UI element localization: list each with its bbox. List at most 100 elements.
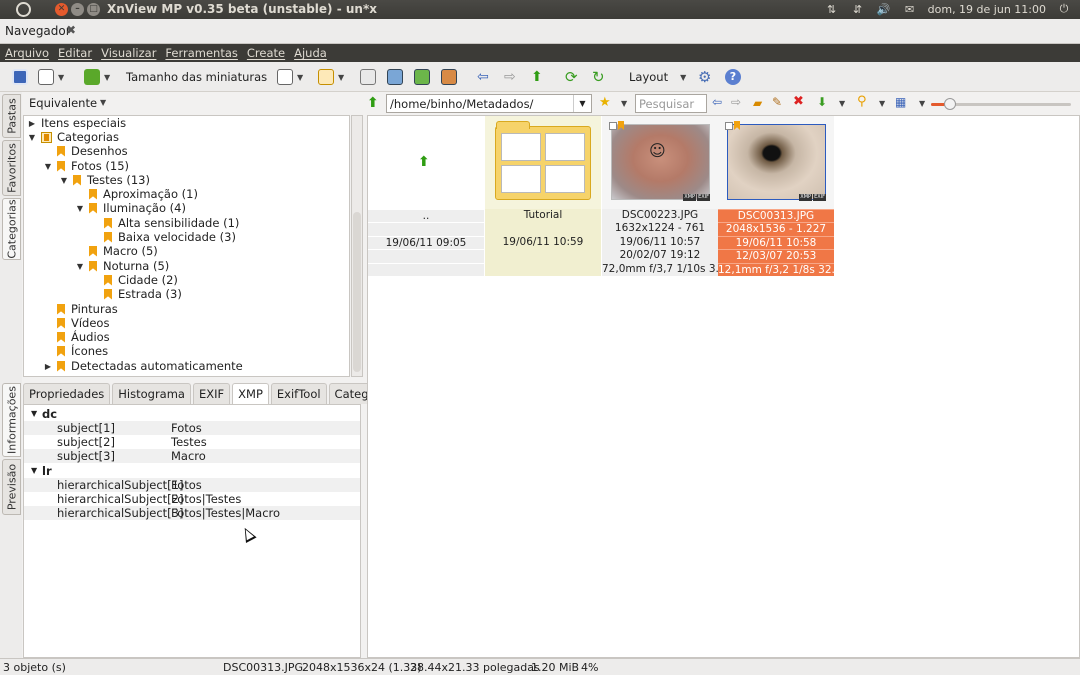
mail-icon[interactable]: ✉ <box>902 3 918 16</box>
expand-arrow-icon[interactable]: ▼ <box>31 409 37 418</box>
chevron-down-icon[interactable]: ▼ <box>919 99 925 108</box>
layout-dropdown[interactable]: Layout ▼ <box>629 68 686 86</box>
tree-node[interactable]: Desenhos <box>43 144 128 158</box>
tree-node[interactable]: ▼ Fotos (15) <box>43 159 129 173</box>
expand-arrow-icon[interactable]: ▼ <box>75 262 85 271</box>
volume-icon[interactable]: 🔊 <box>876 3 892 16</box>
menu-create[interactable]: Create <box>247 44 285 62</box>
expand-arrow-icon[interactable]: ▼ <box>43 162 53 171</box>
menu-ajuda[interactable]: Ajuda <box>294 44 327 62</box>
tag-checkbox[interactable] <box>725 122 733 130</box>
expand-arrow-icon[interactable]: ▶ <box>43 362 53 371</box>
rename-icon[interactable]: ✎ <box>772 95 782 109</box>
xmp-row[interactable]: subject[1] Fotos <box>24 421 360 435</box>
sort-button[interactable]: ▼ <box>277 68 303 86</box>
thumb-folder[interactable]: Tutorial 19/06/11 10:59 <box>485 116 601 276</box>
tree-node[interactable]: Macro (5) <box>75 244 158 258</box>
new-folder-icon[interactable]: ▰ <box>753 96 762 110</box>
scrollbar-thumb[interactable] <box>353 212 361 372</box>
menu-visualizar[interactable]: Visualizar <box>101 44 156 62</box>
tree-node[interactable]: ▼ Iluminação (4) <box>75 201 186 215</box>
slider-knob[interactable] <box>944 98 956 110</box>
expand-arrow-icon[interactable]: ▼ <box>27 133 37 142</box>
tree-node[interactable]: ▼ Testes (13) <box>59 173 150 187</box>
refresh-button[interactable]: ⟳ <box>565 68 578 86</box>
back-button[interactable]: ⇦ <box>477 68 489 86</box>
xmp-group-row[interactable]: ▼ dc <box>24 407 360 421</box>
tab-categorias[interactable]: Categorias <box>2 198 21 260</box>
tree-node[interactable]: Estrada (3) <box>90 287 182 301</box>
expand-arrow-icon[interactable]: ▼ <box>59 176 69 185</box>
tree-node[interactable]: Cidade (2) <box>90 273 178 287</box>
up-button[interactable]: ⬆ <box>531 68 543 86</box>
tab-propriedades[interactable]: Propriedades <box>23 383 111 404</box>
tree-node[interactable]: ▼ Noturna (5) <box>75 259 169 273</box>
window-minimize-button[interactable]: – <box>71 3 84 16</box>
settings-button[interactable]: ⚙ <box>698 68 711 86</box>
expand-arrow-icon[interactable]: ▼ <box>31 466 37 475</box>
slideshow-button[interactable] <box>387 68 403 86</box>
window-maximize-button[interactable]: □ <box>87 3 100 16</box>
tree-node[interactable]: Vídeos <box>43 316 109 330</box>
arrow-up-icon[interactable]: ⬆ <box>367 95 379 111</box>
menu-editar[interactable]: Editar <box>58 44 92 62</box>
xmp-row[interactable]: hierarchicalSubject[1] Fotos <box>24 478 360 492</box>
tab-xmp[interactable]: XMP <box>232 383 269 404</box>
chevron-down-icon[interactable]: ▼ <box>573 95 591 112</box>
xmp-row[interactable]: subject[3] Macro <box>24 449 360 463</box>
category-button[interactable]: ▼ <box>318 68 344 86</box>
thumb-size-slider[interactable] <box>931 98 1071 110</box>
menu-ferramentas[interactable]: Ferramentas <box>165 44 237 62</box>
tab-informacoes[interactable]: Informações <box>2 383 21 457</box>
thumb-size-dropdown[interactable]: Tamanho das miniaturas▼ <box>126 68 285 86</box>
funnel-icon[interactable]: ⚲ <box>857 94 867 109</box>
transfer-icon[interactable]: ⇵ <box>850 3 866 16</box>
thumb-image-selected[interactable]: XMP EXIF DSC00313.JPG 2048x1536 - 1.227 1… <box>718 116 834 276</box>
forward-button[interactable]: ⇨ <box>504 68 516 86</box>
convert-button[interactable] <box>414 68 430 86</box>
fullscreen-button[interactable] <box>12 68 28 86</box>
delete-icon[interactable]: ✖ <box>793 94 804 109</box>
thumb-image[interactable]: ☺ XMP EXIF DSC00223.JPG 1632x1224 - 761 1… <box>602 116 718 276</box>
arrow-left-icon[interactable]: ⇦ <box>712 95 722 109</box>
tree-scrollbar[interactable] <box>351 115 363 377</box>
help-button[interactable]: ? <box>725 68 741 86</box>
tab-histograma[interactable]: Histograma <box>112 383 191 404</box>
category-filter-dropdown[interactable]: Equivalente ▼ <box>23 93 363 113</box>
expand-arrow-icon[interactable]: ▼ <box>75 204 85 213</box>
tree-node[interactable]: Ícones <box>43 344 108 358</box>
arrow-right-icon[interactable]: ⇨ <box>731 95 741 109</box>
tab-previsao[interactable]: Previsão <box>2 459 21 515</box>
tree-node[interactable]: Alta sensibilidade (1) <box>90 216 239 230</box>
grid-icon[interactable]: ▦ <box>895 95 906 109</box>
star-icon[interactable]: ★ <box>599 95 611 110</box>
clock[interactable]: dom, 19 de jun 11:00 <box>928 3 1046 16</box>
tree-node[interactable]: ▶ Itens especiais <box>27 116 126 130</box>
chevron-down-icon[interactable]: ▼ <box>621 99 627 108</box>
tree-button[interactable] <box>360 68 376 86</box>
tag-checkbox[interactable] <box>609 122 617 130</box>
tree-node[interactable]: Pinturas <box>43 302 118 316</box>
batch-button[interactable] <box>441 68 457 86</box>
tab-exiftool[interactable]: ExifTool <box>270 383 327 404</box>
xmp-row[interactable]: hierarchicalSubject[2] Fotos|Testes <box>24 492 360 506</box>
chevron-down-icon[interactable]: ▼ <box>879 99 885 108</box>
tree-node[interactable]: Áudios <box>43 330 110 344</box>
tab-close-icon[interactable]: ✖ <box>66 23 76 37</box>
tab-pastas[interactable]: Pastas <box>2 94 21 138</box>
xmp-group-row[interactable]: ▼ lr <box>24 464 360 478</box>
thumb-parent[interactable]: ⬆ .. 19/06/11 09:05 <box>368 116 484 276</box>
tree-node[interactable]: ▶ Detectadas automaticamente <box>43 359 243 373</box>
tab-favoritos[interactable]: Favoritos <box>2 140 21 196</box>
menu-arquivo[interactable]: Arquivo <box>5 44 49 62</box>
window-close-button[interactable]: ✕ <box>55 3 68 16</box>
power-icon[interactable]: ⏻ <box>1056 2 1072 16</box>
view-mode-button[interactable]: ▼ <box>38 68 64 86</box>
xmp-row[interactable]: subject[2] Testes <box>24 435 360 449</box>
search-input[interactable]: Pesquisar <box>635 94 707 113</box>
ubuntu-logo-icon[interactable] <box>16 2 31 17</box>
path-input[interactable]: /home/binho/Metadados/ ▼ <box>386 94 592 113</box>
tab-navegador[interactable]: Navegador <box>5 24 71 38</box>
filter-button[interactable]: ▼ <box>84 68 110 86</box>
network-icon[interactable]: ⇅ <box>824 3 840 16</box>
